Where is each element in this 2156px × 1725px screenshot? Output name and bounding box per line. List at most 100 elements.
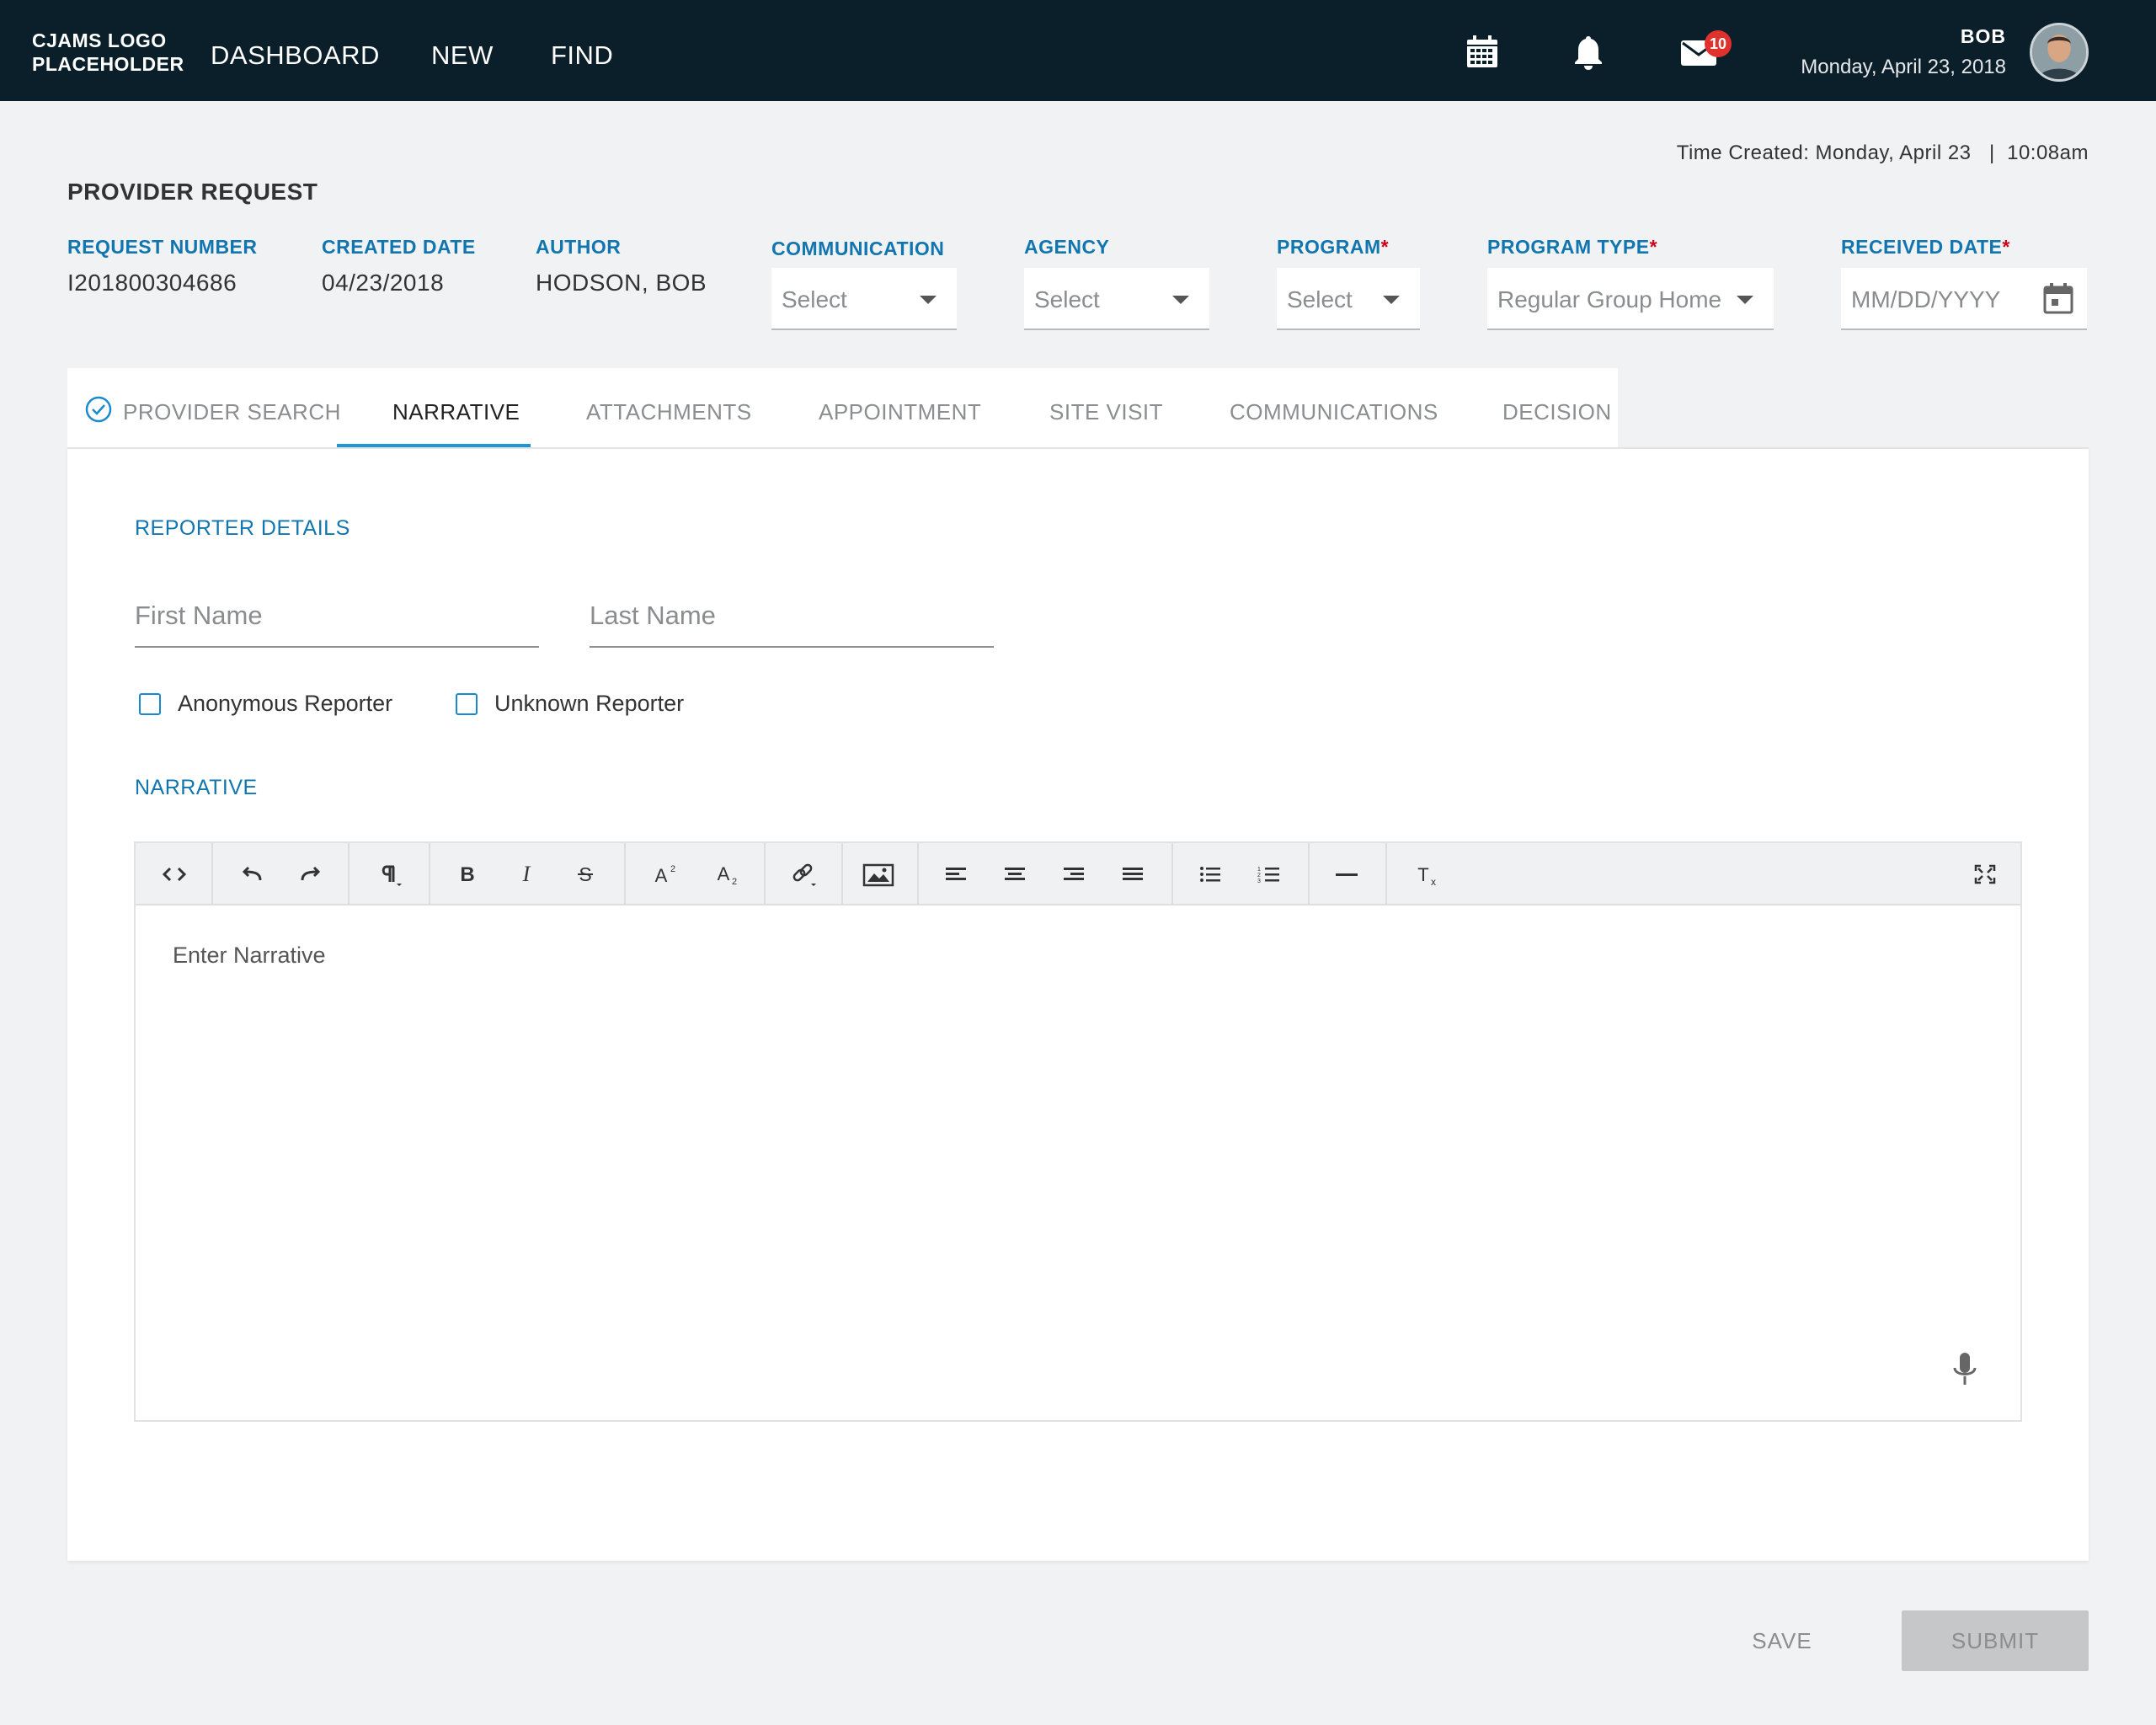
align-right-icon[interactable] [1057,858,1091,890]
undo-icon[interactable] [235,858,269,890]
tab-label: ATTACHMENTS [586,399,752,425]
program-select[interactable]: Select [1277,268,1420,330]
redo-icon[interactable] [294,858,328,890]
align-center-icon[interactable] [998,858,1032,890]
created-date-label: CREATED DATE [322,236,476,258]
toolbar-separator [624,843,626,905]
received-date-input[interactable]: MM/DD/YYYY [1841,268,2087,330]
created-date-value: 04/23/2018 [322,270,445,296]
tab-appointment[interactable]: APPOINTMENT [741,368,981,447]
horizontal-line-icon[interactable] [1330,858,1364,890]
nav-new[interactable]: NEW [431,40,494,71]
panel-divider [67,447,2089,449]
toolbar-separator [429,843,430,905]
nav-find[interactable]: FIND [551,40,613,71]
program-type-select-value: Regular Group Home [1497,286,1722,312]
toolbar-separator [917,843,919,905]
toolbar-separator [841,843,843,905]
tab-label: NARRATIVE [392,399,520,425]
check-circle-icon [84,395,113,424]
tab-bar: PROVIDER SEARCH NARRATIVE ATTACHMENTS AP… [67,368,1618,447]
received-date-placeholder: MM/DD/YYYY [1851,286,2001,312]
code-view-icon[interactable] [157,858,191,890]
tab-decision[interactable]: DECISION [1457,368,1618,447]
first-name-placeholder: First Name [135,601,263,630]
toolbar-separator [764,843,766,905]
numbered-list-icon[interactable]: 123 [1252,858,1286,890]
avatar[interactable] [2030,23,2089,82]
time-created: Time Created: Monday, April 23 | 10:08am [1676,142,2089,164]
image-icon[interactable] [862,858,895,890]
calendar-icon[interactable] [2041,281,2075,315]
user-name: BOB [1960,25,2006,47]
tab-communications[interactable]: COMMUNICATIONS [1179,368,1457,447]
tab-provider-search[interactable]: PROVIDER SEARCH [67,368,340,447]
logo-line2: PLACEHOLDER [32,53,184,75]
communication-label: COMMUNICATION [771,238,945,259]
fullscreen-icon[interactable] [1968,858,2002,890]
toolbar-separator [211,843,213,905]
top-navigation-bar: CJAMS LOGO PLACEHOLDER DASHBOARD NEW FIN… [0,0,2156,101]
svg-text:x: x [1431,876,1436,888]
link-icon[interactable] [786,858,819,890]
paragraph-format-icon[interactable] [371,858,405,890]
tab-label: APPOINTMENT [819,399,982,425]
tab-label: COMMUNICATIONS [1230,399,1438,425]
last-name-field[interactable]: Last Name [590,590,994,648]
bell-icon[interactable] [1570,34,1607,71]
tab-label: DECISION [1502,399,1612,425]
app-logo[interactable]: CJAMS LOGO PLACEHOLDER [32,29,184,76]
narrative-editor: B I S A2 A2 1 2 3 T x Enter Narrative [134,841,2022,1422]
request-number-label: REQUEST NUMBER [67,236,258,258]
narrative-text-area[interactable]: Enter Narrative [173,943,326,969]
tab-narrative[interactable]: NARRATIVE [337,368,531,447]
svg-text:2: 2 [670,864,675,874]
bold-icon[interactable]: B [451,858,484,890]
svg-text:B: B [460,863,474,886]
subscript-icon[interactable]: A2 [708,858,742,890]
toolbar-separator [1308,843,1310,905]
superscript-icon[interactable]: A2 [646,858,680,890]
submit-button[interactable]: SUBMIT [1902,1610,2089,1671]
toolbar-separator [1171,843,1173,905]
communication-select[interactable]: Select [771,268,957,330]
chevron-down-icon [1737,296,1753,304]
microphone-icon[interactable] [1948,1349,1982,1391]
program-type-label-text: PROGRAM TYPE [1487,236,1650,258]
received-date-label: RECEIVED DATE* [1841,236,2010,259]
save-button[interactable]: SAVE [1735,1610,1829,1671]
anonymous-reporter-checkbox[interactable]: Anonymous Reporter [139,691,408,721]
chevron-down-icon [920,296,937,304]
required-mark: * [1649,236,1658,258]
svg-text:3: 3 [1257,879,1261,884]
chevron-down-icon [1383,296,1400,304]
last-name-placeholder: Last Name [590,601,716,630]
tab-site-visit[interactable]: SITE VISIT [977,368,1179,447]
anonymous-reporter-label: Anonymous Reporter [178,691,393,716]
program-type-select[interactable]: Regular Group Home [1487,268,1774,330]
required-mark: * [2002,236,2010,258]
svg-text:T: T [1417,864,1428,885]
align-left-icon[interactable] [939,858,973,890]
strikethrough-icon[interactable]: S [568,858,602,890]
bullet-list-icon[interactable] [1193,858,1227,890]
first-name-field[interactable]: First Name [135,590,539,648]
nav-dashboard[interactable]: DASHBOARD [211,40,380,71]
current-date: Monday, April 23, 2018 [1801,56,2006,78]
page-title: PROVIDER REQUEST [67,179,318,205]
unknown-reporter-checkbox[interactable]: Unknown Reporter [456,691,708,721]
agency-select[interactable]: Select [1024,268,1209,330]
program-type-label: PROGRAM TYPE* [1487,236,1657,259]
author-value: HODSON, BOB [536,270,707,296]
italic-icon[interactable]: I [510,858,543,890]
agency-select-value: Select [1034,286,1100,312]
tab-attachments[interactable]: ATTACHMENTS [531,368,751,447]
tab-label: SITE VISIT [1049,399,1164,425]
received-date-label-text: RECEIVED DATE [1841,236,2003,258]
program-label: PROGRAM* [1277,236,1389,259]
clear-formatting-icon[interactable]: Tx [1409,858,1443,890]
svg-text:A: A [718,863,730,884]
align-justify-icon[interactable] [1116,858,1150,890]
calendar-icon[interactable] [1464,34,1501,71]
narrative-panel: REPORTER DETAILS First Name Last Name An… [67,447,2089,1561]
